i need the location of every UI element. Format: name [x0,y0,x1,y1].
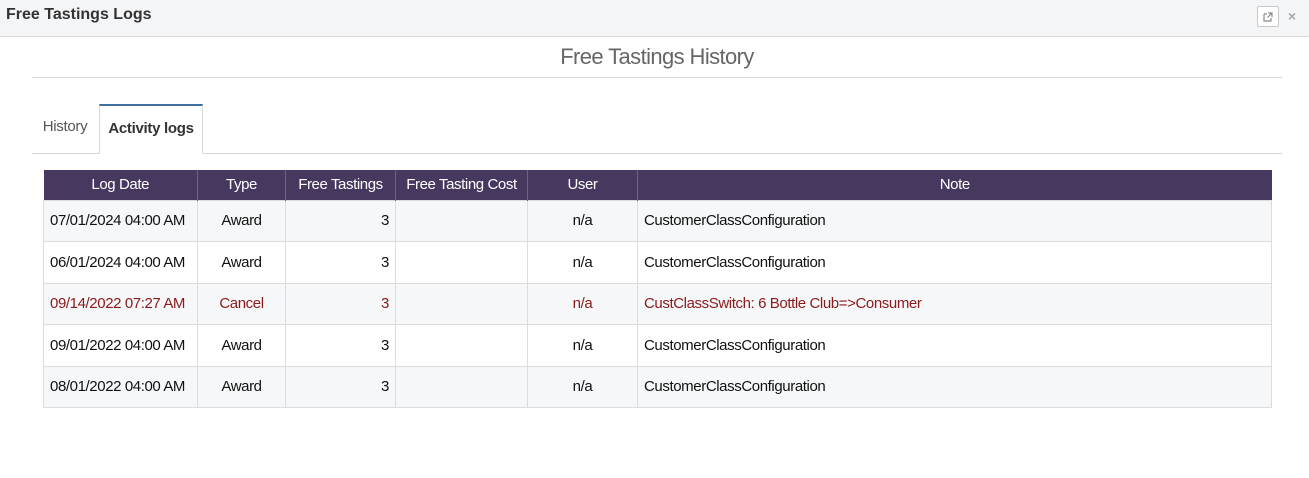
window-title: Free Tastings Logs [6,6,152,23]
tab-history[interactable]: History [32,104,98,154]
cell-type: Award [197,241,286,284]
external-link-glyph [1263,11,1273,22]
close-icon[interactable]: × [1285,6,1299,26]
cell-free-tastings: 3 [285,199,396,242]
cell-type: Award [197,365,286,408]
column-header-free-tasting-cost[interactable]: Free Tasting Cost [395,170,528,200]
table-row: 06/01/2024 04:00 AM Award 3 n/a Customer… [43,241,1272,284]
table-row: 09/01/2022 04:00 AM Award 3 n/a Customer… [43,324,1272,367]
cell-log-date: 06/01/2024 04:00 AM [43,241,198,284]
cell-free-tastings: 3 [285,324,396,367]
cell-log-date: 09/01/2022 04:00 AM [43,324,198,367]
window-titlebar: Free Tastings Logs × [0,0,1309,37]
cell-note: CustomerClassConfiguration [637,199,1272,242]
cell-log-date: 07/01/2024 04:00 AM [43,199,198,242]
tab-activity-logs[interactable]: Activity logs [99,104,203,154]
column-header-type[interactable]: Type [197,170,286,200]
cell-user: n/a [527,199,638,242]
external-link-icon[interactable] [1257,6,1279,27]
cell-type: Award [197,324,286,367]
cell-user: n/a [527,241,638,284]
cell-note: CustomerClassConfiguration [637,365,1272,408]
cell-free-tasting-cost [395,282,528,325]
section-title: Free Tastings History [32,44,1282,78]
cell-free-tasting-cost [395,241,528,284]
activity-logs-table: Log Date Type Free Tastings Free Tasting… [43,170,1272,408]
cell-free-tasting-cost [395,199,528,242]
column-header-note[interactable]: Note [637,170,1272,200]
cell-user: n/a [527,365,638,408]
column-header-user[interactable]: User [527,170,638,200]
table-row: 08/01/2022 04:00 AM Award 3 n/a Customer… [43,365,1272,408]
cell-user: n/a [527,282,638,325]
cell-log-date: 09/14/2022 07:27 AM [43,282,198,325]
cell-user: n/a [527,324,638,367]
cell-free-tastings: 3 [285,365,396,408]
cell-type: Cancel [197,282,286,325]
cell-note: CustomerClassConfiguration [637,324,1272,367]
table-row: 07/01/2024 04:00 AM Award 3 n/a Customer… [43,199,1272,242]
table-row: 09/14/2022 07:27 AM Cancel 3 n/a CustCla… [43,282,1272,325]
table-header-row: Log Date Type Free Tastings Free Tasting… [43,170,1272,200]
cell-type: Award [197,199,286,242]
column-header-free-tastings[interactable]: Free Tastings [285,170,396,200]
cell-note: CustClassSwitch: 6 Bottle Club=>Consumer [637,282,1272,325]
cell-free-tasting-cost [395,324,528,367]
tab-bar: History Activity logs [32,104,1282,154]
cell-free-tastings: 3 [285,241,396,284]
cell-free-tasting-cost [395,365,528,408]
column-header-log-date[interactable]: Log Date [43,170,198,200]
cell-free-tastings: 3 [285,282,396,325]
cell-note: CustomerClassConfiguration [637,241,1272,284]
cell-log-date: 08/01/2022 04:00 AM [43,365,198,408]
